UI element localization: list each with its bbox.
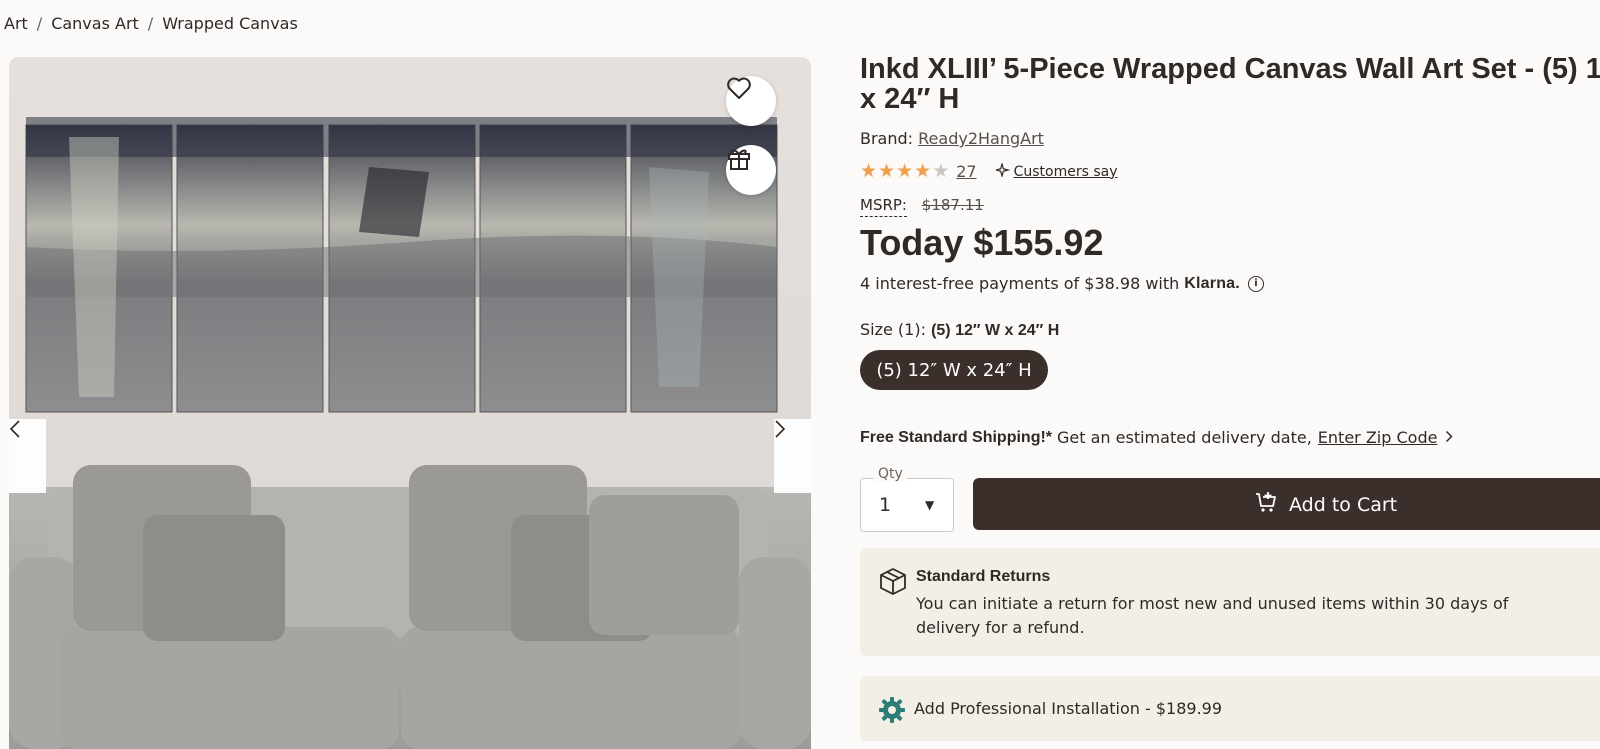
star-icon: ★ <box>896 160 914 182</box>
box-icon <box>878 566 908 600</box>
shipping-row: Free Standard Shipping!* Get an estimate… <box>860 428 1453 447</box>
favorite-button[interactable] <box>726 76 776 126</box>
add-to-cart-button[interactable]: Add to Cart <box>973 478 1600 530</box>
sparkle-icon <box>993 161 1010 181</box>
free-shipping-label: Free Standard Shipping!* <box>860 428 1053 446</box>
brand-label: Brand: <box>860 129 914 148</box>
klarna-logo: Klarna. <box>1184 274 1240 292</box>
product-title: Inkd XLIII’ 5-Piece Wrapped Canvas Wall … <box>860 54 1600 114</box>
quantity-label: Qty <box>874 466 907 482</box>
product-image <box>9 57 811 749</box>
add-to-cart-label: Add to Cart <box>1289 493 1398 516</box>
shipping-text: Get an estimated delivery date, <box>1057 428 1312 447</box>
gift-button[interactable] <box>726 145 776 195</box>
klarna-row: 4 interest-free payments of $38.98 with … <box>860 274 1264 293</box>
product-title-line1: Inkd XLIII’ 5-Piece Wrapped Canvas Wall … <box>860 53 1600 85</box>
customers-say-label: Customers say <box>1013 163 1118 180</box>
installation-option[interactable]: Add Professional Installation - $189.99 <box>860 676 1600 741</box>
brand-row: Brand: Ready2HangArt <box>860 129 1044 148</box>
star-icon: ★ <box>860 160 878 182</box>
installation-label: Add Professional Installation - $189.99 <box>914 699 1223 718</box>
size-label-row: Size (1): (5) 12″ W x 24″ H <box>860 320 1059 340</box>
customers-say-link[interactable]: Customers say <box>993 161 1118 181</box>
chevron-right-icon[interactable] <box>1445 428 1453 447</box>
caret-down-icon: ▼ <box>925 498 935 512</box>
enter-zip-link[interactable]: Enter Zip Code <box>1318 428 1438 447</box>
star-icon: ★ <box>878 160 896 182</box>
product-image-gallery[interactable] <box>9 57 811 749</box>
returns-text: You can initiate a return for most new a… <box>916 594 1509 637</box>
quantity-select[interactable] <box>860 478 954 532</box>
msrp-row: MSRP: $187.11 <box>860 196 984 217</box>
returns-panel: Standard Returns You can initiate a retu… <box>860 548 1600 656</box>
product-title-line2: x 24″ H <box>860 83 960 115</box>
msrp-value: $187.11 <box>921 196 984 214</box>
size-label: Size (1): <box>860 320 926 339</box>
star-icon: ★ <box>932 160 950 182</box>
breadcrumb: Art / Canvas Art / Wrapped Canvas <box>4 14 298 33</box>
breadcrumb-separator: / <box>147 14 154 33</box>
breadcrumb-separator: / <box>36 14 43 33</box>
breadcrumb-canvas-art[interactable]: Canvas Art <box>51 14 139 33</box>
review-count-link[interactable]: 27 <box>956 162 976 181</box>
breadcrumb-wrapped-canvas[interactable]: Wrapped Canvas <box>162 14 298 33</box>
msrp-label[interactable]: MSRP: <box>860 196 907 217</box>
size-selected-value: (5) 12″ W x 24″ H <box>931 322 1060 339</box>
star-icon: ★ <box>914 160 932 182</box>
breadcrumb-art[interactable]: Art <box>4 14 28 33</box>
gear-icon <box>878 696 906 728</box>
next-image-button[interactable] <box>774 419 811 493</box>
current-price: Today $155.92 <box>860 222 1104 263</box>
returns-title: Standard Returns <box>916 568 1051 585</box>
info-icon[interactable]: i <box>1247 275 1264 292</box>
rating-row: ★ ★ ★ ★ ★ 27 Customers say <box>860 161 1118 181</box>
quantity-value: 1 <box>879 494 892 516</box>
brand-link[interactable]: Ready2HangArt <box>918 129 1044 148</box>
klarna-text: 4 interest-free payments of $38.98 with <box>860 274 1180 293</box>
star-rating[interactable]: ★ ★ ★ ★ ★ <box>860 162 949 181</box>
cart-icon <box>1255 491 1277 518</box>
size-option-button[interactable]: (5) 12″ W x 24″ H <box>860 350 1048 390</box>
previous-image-button[interactable] <box>9 419 46 493</box>
